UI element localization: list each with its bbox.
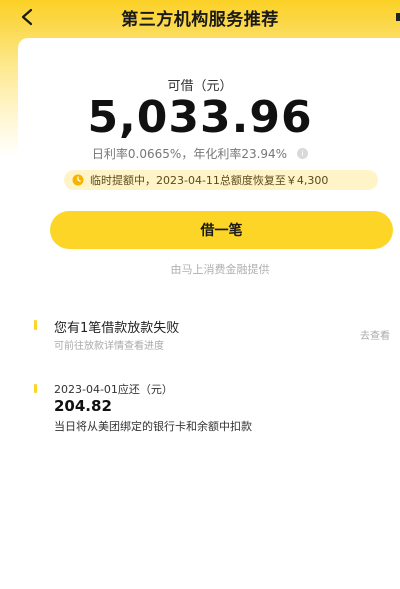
limit-notice-pill: 临时提额中，2023-04-11总额度恢复至￥4,300 xyxy=(64,170,378,190)
borrow-button[interactable]: 借一笔 xyxy=(50,211,393,249)
info-icon[interactable]: i xyxy=(297,148,309,159)
rate-line: 日利率0.0665%，年化利率23.94% i xyxy=(0,145,400,162)
nav-header: 第三方机构服务推荐 xyxy=(0,0,400,34)
chevron-left-icon xyxy=(21,8,33,26)
view-details-link[interactable]: 去查看 xyxy=(360,327,390,342)
menu-edge-icon[interactable] xyxy=(396,13,400,21)
clock-icon xyxy=(72,174,84,186)
section-marker xyxy=(34,384,37,393)
repayment-item: 2023-04-01应还（元） 204.82 当日将从美团绑定的银行卡和余额中扣… xyxy=(34,381,400,441)
repayment-date-label: 2023-04-01应还（元） xyxy=(54,383,173,396)
section-marker xyxy=(34,320,37,330)
repayment-amount: 204.82 xyxy=(54,397,112,415)
failure-notice-title: 您有1笔借款放款失败 xyxy=(54,321,180,336)
limit-notice-text: 临时提额中，2023-04-11总额度恢复至￥4,300 xyxy=(90,174,329,187)
available-amount: 5,033.96 xyxy=(87,92,313,143)
back-button[interactable] xyxy=(14,4,40,30)
failure-notice-subtitle: 可前往放款详情查看进度 xyxy=(54,341,164,352)
failure-notice-item[interactable]: 您有1笔借款放款失败 可前往放款详情查看进度 去查看 xyxy=(34,317,400,357)
provider-text: 由马上消费金融提供 xyxy=(170,263,270,276)
repayment-description: 当日将从美团绑定的银行卡和余额中扣款 xyxy=(54,420,252,433)
rate-text: 日利率0.0665%，年化利率23.94% xyxy=(91,147,288,161)
page-title: 第三方机构服务推荐 xyxy=(121,9,279,30)
